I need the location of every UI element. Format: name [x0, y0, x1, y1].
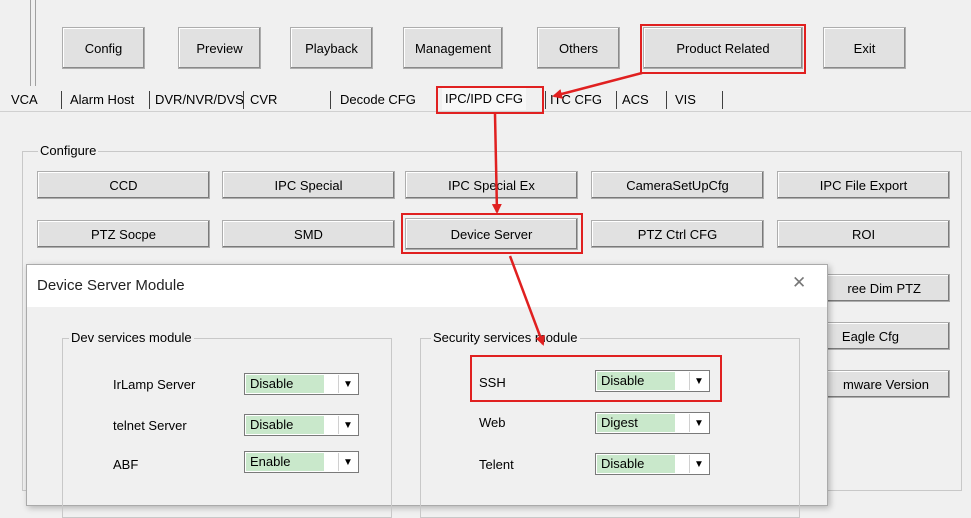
ipc-ipd-cfg-tab-highlight: [436, 86, 544, 114]
chevron-down-icon[interactable]: ▼: [689, 455, 708, 473]
abf-select[interactable]: Enable ▼: [244, 451, 359, 473]
telent-label: Telent: [479, 457, 514, 472]
device-server-highlight: [401, 213, 583, 254]
config-button[interactable]: Config: [62, 27, 145, 69]
others-button[interactable]: Others: [537, 27, 620, 69]
security-services-group-title: Security services module: [431, 330, 580, 346]
tab-separator: [666, 91, 667, 109]
ptz-ctrl-cfg-button[interactable]: PTZ Ctrl CFG: [591, 220, 764, 248]
close-icon[interactable]: ✕: [792, 274, 806, 291]
ccd-button[interactable]: CCD: [37, 171, 210, 199]
camera-setup-cfg-button[interactable]: CameraSetUpCfg: [591, 171, 764, 199]
smd-button[interactable]: SMD: [222, 220, 395, 248]
ipc-special-button[interactable]: IPC Special: [222, 171, 395, 199]
tab-separator: [722, 91, 723, 109]
irlamp-server-value: Disable: [246, 375, 324, 393]
chevron-down-icon[interactable]: ▼: [338, 416, 357, 434]
tab-vca[interactable]: VCA: [8, 89, 41, 111]
web-select[interactable]: Digest ▼: [595, 412, 710, 434]
dev-services-group-title: Dev services module: [69, 330, 194, 346]
window-edge-line: [35, 0, 36, 86]
ipc-special-ex-button[interactable]: IPC Special Ex: [405, 171, 578, 199]
dialog-title: Device Server Module: [37, 277, 185, 294]
tab-separator: [616, 91, 617, 109]
irlamp-server-label: IrLamp Server: [113, 377, 196, 392]
product-related-highlight: [640, 24, 806, 74]
tab-itc-cfg[interactable]: ITC CFG: [547, 89, 605, 111]
web-label: Web: [479, 415, 506, 430]
tab-separator: [545, 91, 546, 109]
tab-dvr-nvr-dvs[interactable]: DVR/NVR/DVS: [152, 89, 247, 111]
ptz-scope-button[interactable]: PTZ Socpe: [37, 220, 210, 248]
telnet-server-select[interactable]: Disable ▼: [244, 414, 359, 436]
tab-cvr[interactable]: CVR: [247, 89, 280, 111]
playback-button[interactable]: Playback: [290, 27, 373, 69]
chevron-down-icon[interactable]: ▼: [689, 414, 708, 432]
tab-separator: [243, 91, 244, 109]
configure-group-title: Configure: [38, 143, 99, 159]
window-edge-line: [30, 0, 31, 86]
irlamp-server-select[interactable]: Disable ▼: [244, 373, 359, 395]
abf-value: Enable: [246, 453, 324, 471]
telnet-server-value: Disable: [246, 416, 324, 434]
tab-separator: [330, 91, 331, 109]
ssh-row-highlight: [470, 355, 722, 402]
telnet-server-label: telnet Server: [113, 418, 187, 433]
management-button[interactable]: Management: [403, 27, 503, 69]
ipc-file-export-button[interactable]: IPC File Export: [777, 171, 950, 199]
abf-label: ABF: [113, 457, 139, 472]
exit-button[interactable]: Exit: [823, 27, 906, 69]
preview-button[interactable]: Preview: [178, 27, 261, 69]
tab-separator: [149, 91, 150, 109]
telent-select[interactable]: Disable ▼: [595, 453, 710, 475]
tab-decode-cfg[interactable]: Decode CFG: [337, 89, 419, 111]
web-value: Digest: [597, 414, 675, 432]
tab-vis[interactable]: VIS: [672, 89, 699, 111]
tab-acs[interactable]: ACS: [619, 89, 652, 111]
tab-alarm-host[interactable]: Alarm Host: [67, 89, 137, 111]
tab-separator: [61, 91, 62, 109]
roi-button[interactable]: ROI: [777, 220, 950, 248]
chevron-down-icon[interactable]: ▼: [338, 453, 357, 471]
telent-value: Disable: [597, 455, 675, 473]
chevron-down-icon[interactable]: ▼: [338, 375, 357, 393]
